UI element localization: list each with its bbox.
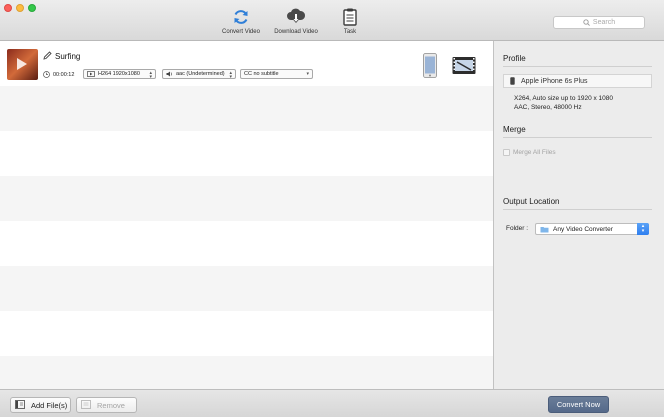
settings-panel: Profile Apple iPhone 6s Plus X264, Auto …: [495, 41, 664, 389]
film-icon: [87, 71, 95, 77]
empty-row: [0, 86, 493, 131]
profile-device: Apple iPhone 6s Plus: [521, 77, 588, 85]
clipboard-icon: [343, 8, 357, 26]
divider: [503, 209, 652, 210]
bottom-bar: Add File(s) Remove Convert Now: [0, 389, 664, 417]
empty-row: [0, 176, 493, 221]
add-file-icon: [15, 400, 25, 409]
file-title: Surfing: [55, 52, 81, 61]
merge-all-checkbox[interactable]: Merge All Files: [503, 149, 556, 156]
convert-video-tool[interactable]: Convert Video: [216, 8, 266, 35]
folder-select[interactable]: Any Video Converter ▴ ▾: [535, 223, 649, 235]
stepper-icon: ▴ ▾: [149, 70, 152, 80]
profile-select[interactable]: Apple iPhone 6s Plus: [503, 74, 652, 88]
chevron-down-icon: ▾: [306, 71, 309, 77]
folder-icon: [540, 226, 549, 232]
folder-value: Any Video Converter: [553, 225, 613, 233]
checkbox-box: [503, 149, 510, 156]
add-files-button[interactable]: Add File(s): [10, 397, 71, 413]
stepper-icon: ▴ ▾: [229, 70, 232, 80]
search-placeholder: Search: [592, 19, 616, 26]
window-minimize-button[interactable]: [16, 4, 24, 12]
search-input[interactable]: Search: [553, 16, 645, 29]
duration: 00:00:12: [43, 70, 74, 79]
profile-heading: Profile: [503, 54, 526, 63]
phone-icon: [510, 77, 515, 85]
merge-heading: Merge: [503, 125, 526, 134]
video-track-select[interactable]: H264 1920x1080 ▴ ▾: [83, 69, 156, 80]
download-video-tool[interactable]: Download Video: [270, 8, 322, 35]
download-video-label: Download Video: [274, 29, 318, 35]
divider: [503, 137, 652, 138]
folder-label: Folder :: [506, 225, 529, 232]
empty-row: [0, 266, 493, 311]
merge-all-label: Merge All Files: [513, 149, 556, 156]
output-location-heading: Output Location: [503, 197, 560, 206]
task-label: Task: [343, 29, 357, 35]
remove-button[interactable]: Remove: [76, 397, 137, 413]
window-close-button[interactable]: [4, 4, 12, 12]
stepper-icon: ▴ ▾: [637, 223, 649, 235]
play-icon: [17, 58, 27, 70]
add-files-label: Add File(s): [31, 400, 68, 410]
film-edit-icon[interactable]: [452, 54, 476, 78]
speaker-icon: [166, 71, 172, 77]
convert-now-button[interactable]: Convert Now: [548, 396, 609, 413]
phone-icon[interactable]: [423, 53, 437, 78]
remove-label: Remove: [97, 400, 125, 410]
clock-icon: [43, 71, 50, 78]
file-list: Surfing 00:00:12 H264 1920x1080 ▴ ▾ aac (…: [0, 41, 494, 389]
divider: [503, 66, 652, 67]
video-track-value: H264 1920x1080: [98, 71, 140, 77]
cloud-download-icon: [287, 8, 306, 23]
window-maximize-button[interactable]: [28, 4, 36, 12]
subtitle-select[interactable]: CC no subtitle ▾: [240, 69, 313, 79]
empty-row: [0, 356, 493, 389]
profile-spec-video: X264, Auto size up to 1920 x 1080: [514, 95, 614, 102]
profile-spec-audio: AAC, Stereo, 48000 Hz: [514, 104, 582, 111]
task-tool[interactable]: Task: [335, 8, 365, 35]
audio-track-select[interactable]: aac (Undetermined) ▴ ▾: [162, 69, 236, 80]
subtitle-value: CC no subtitle: [244, 71, 279, 77]
duration-value: 00:00:12: [53, 71, 75, 78]
video-thumbnail[interactable]: [7, 49, 38, 80]
toolbar: Convert Video Download Video Task Search: [0, 0, 664, 41]
audio-track-value: aac (Undetermined): [176, 71, 225, 77]
refresh-icon: [234, 10, 248, 24]
convert-video-label: Convert Video: [222, 29, 260, 35]
remove-file-icon: [81, 400, 91, 409]
edit-pencil-icon[interactable]: [43, 51, 52, 60]
search-icon: [583, 19, 590, 26]
file-row[interactable]: Surfing 00:00:12 H264 1920x1080 ▴ ▾ aac (…: [0, 41, 493, 86]
